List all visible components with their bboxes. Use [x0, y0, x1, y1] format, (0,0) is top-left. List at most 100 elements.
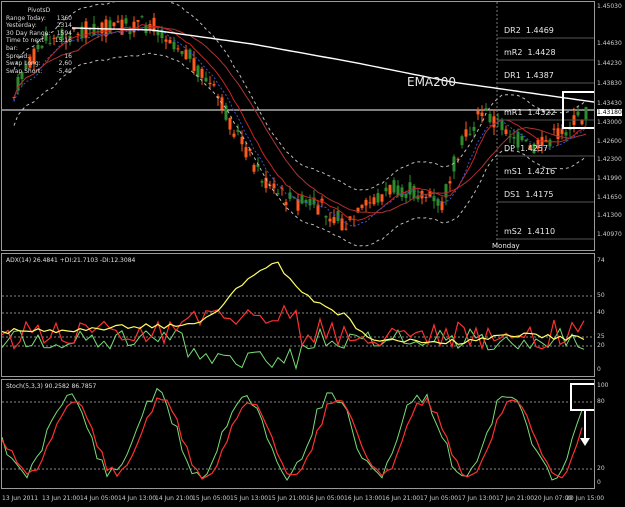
stochastic-canvas[interactable]	[2, 380, 594, 488]
stoch-highlight-box	[570, 383, 594, 411]
candle-body	[240, 137, 244, 145]
candle-body	[448, 181, 452, 184]
stoch-axis: 100 80 20 0	[597, 382, 609, 486]
candle-body	[272, 183, 276, 189]
candle-body	[308, 198, 312, 206]
candle-body	[124, 18, 128, 24]
adx-canvas[interactable]	[2, 254, 594, 376]
candle-body	[584, 107, 588, 120]
stoch-title: Stoch(5,3,3) 90.2582 86.7857	[6, 383, 97, 390]
candle-body	[380, 194, 384, 202]
candle-body	[548, 139, 552, 147]
candle-body	[232, 133, 236, 137]
pivot-row: Spread: 16	[6, 52, 72, 60]
price-chart-panel[interactable]: PivotsD Range Today: 1360 Yesterday: 2314 …	[1, 1, 595, 251]
candle-body	[568, 129, 572, 131]
candle-body	[468, 133, 472, 135]
candle-body	[368, 202, 372, 204]
candle-body	[180, 51, 184, 54]
candle-body	[464, 129, 468, 137]
candle-body	[116, 21, 120, 23]
candle-body	[72, 28, 76, 30]
level-ms2: mS2 1.4110	[504, 227, 556, 236]
moving-average-fast	[13, 24, 587, 221]
candle-body	[176, 48, 180, 50]
candle-body	[576, 111, 580, 116]
plus-di-line	[2, 327, 585, 371]
candle-body	[156, 31, 160, 36]
band-upper	[13, 2, 587, 191]
candle-body	[288, 192, 292, 199]
pivot-row: Swap Long: 2,60	[6, 60, 72, 68]
candle-body	[208, 82, 212, 85]
candle-body	[112, 22, 116, 27]
candle-body	[200, 68, 204, 78]
candle-body	[424, 197, 428, 199]
pivots-title: PivotsD	[27, 7, 51, 14]
candle-body	[504, 129, 508, 135]
level-ds1: DS1 1.4175	[504, 190, 554, 199]
candle-body	[412, 185, 416, 199]
candle-body	[476, 110, 480, 115]
pivot-row: Yesterday: 2314	[6, 22, 72, 30]
candle-body	[400, 187, 404, 198]
candle-body	[92, 23, 96, 36]
candle-body	[276, 193, 280, 195]
price-axis: 1.45030 1.44630 1.44230 1.43830 1.43430 …	[597, 3, 622, 238]
adx-axis: 74 50 40 25 20 0	[597, 257, 605, 373]
minus-di-line	[2, 304, 585, 351]
stochastic-indicator-panel[interactable]: Stoch(5,3,3) 90.2582 86.7857	[1, 379, 595, 489]
level-dp: DP 1.4257	[504, 144, 549, 153]
candle-body	[520, 135, 524, 141]
candle-body	[328, 218, 332, 222]
moving-average-blue	[13, 28, 587, 227]
candle-body	[556, 128, 560, 139]
level-mr2: mR2 1.4428	[504, 48, 556, 57]
candle-body	[136, 20, 140, 22]
adx-line	[2, 261, 585, 345]
candle-body	[372, 197, 376, 205]
candle-body	[184, 49, 188, 60]
ema200-line	[71, 27, 594, 103]
candle-body	[192, 58, 196, 71]
candle-body	[236, 129, 240, 132]
candle-body	[512, 136, 516, 139]
candle-body	[376, 193, 380, 203]
band-lower	[13, 52, 587, 247]
price-chart-canvas[interactable]	[2, 2, 594, 250]
pivot-row: 30 Day Range: 1594	[6, 29, 72, 37]
candle-body	[140, 16, 144, 18]
candle-body	[332, 216, 336, 224]
candle-body	[108, 20, 112, 33]
level-dr2: DR2 1.4469	[504, 26, 554, 35]
candle-body	[212, 84, 216, 86]
candle-body	[76, 33, 80, 35]
pivot-row: Time to next bar: 15:16	[6, 37, 72, 52]
candle-body	[364, 199, 368, 206]
level-mr1: mR1 1.4322	[504, 108, 556, 117]
adx-indicator-panel[interactable]: ADX(14) 26.4841 +DI:21.7103 -DI:12.3084	[1, 253, 595, 377]
candle-body	[244, 147, 248, 158]
candle-body	[252, 164, 256, 172]
candle-body	[344, 228, 348, 230]
candle-body	[396, 185, 400, 196]
candle-body	[204, 77, 208, 82]
ema200-label: EMA200	[407, 75, 457, 89]
adx-title: ADX(14) 26.4841 +DI:21.7103 -DI:12.3084	[6, 257, 136, 264]
candle-body	[552, 128, 556, 130]
candle-body	[360, 204, 364, 209]
candle-body	[284, 202, 288, 206]
pivot-row: Swap Short: -5,40	[6, 67, 72, 75]
candle-body	[492, 116, 496, 128]
candle-body	[560, 128, 564, 134]
candle-body	[488, 114, 492, 123]
candle-body	[172, 41, 176, 50]
down-arrow-icon	[580, 438, 590, 446]
candle-body	[324, 216, 328, 218]
candle-body	[408, 182, 412, 195]
candle-body	[168, 39, 172, 44]
candle-body	[564, 132, 568, 136]
candle-body	[480, 112, 484, 116]
candle-body	[392, 180, 396, 193]
candle-body	[260, 181, 264, 183]
